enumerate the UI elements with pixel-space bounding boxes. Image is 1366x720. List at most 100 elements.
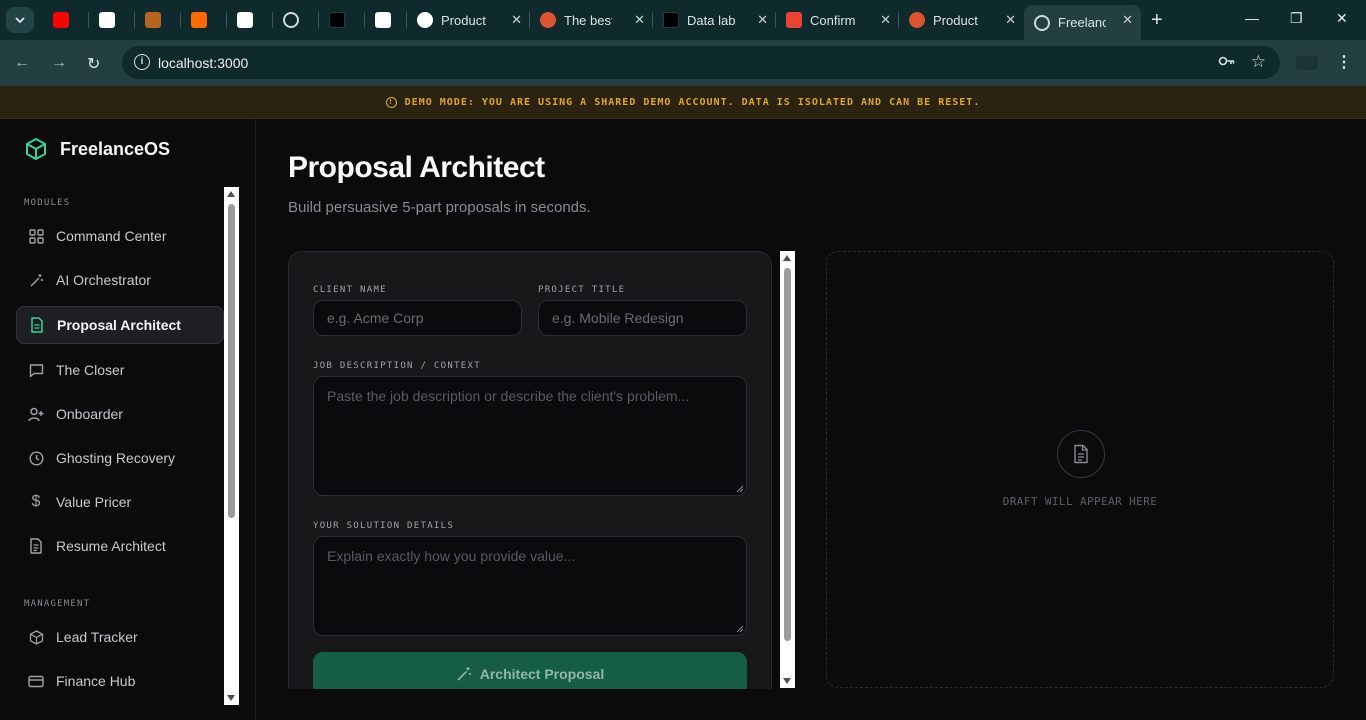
box-icon — [28, 629, 44, 645]
proposal-form: CLIENT NAME e.g. Acme Corp PROJECT TITLE… — [288, 251, 772, 689]
resize-grip-icon[interactable] — [736, 625, 744, 633]
youtube-icon — [53, 12, 69, 28]
banner-text: DEMO MODE: YOU ARE USING A SHARED DEMO A… — [404, 96, 981, 108]
forward-button[interactable]: → — [51, 54, 67, 72]
sidebar-item-resume-architect[interactable]: Resume Architect — [16, 527, 224, 565]
w-icon — [237, 12, 253, 28]
brand[interactable]: FreelanceOS — [24, 137, 170, 161]
scroll-down-arrow-icon[interactable] — [783, 678, 791, 684]
sidebar-item-ai-orchestrator[interactable]: AI Orchestrator — [16, 261, 224, 299]
draft-placeholder-text: DRAFT WILL APPEAR HERE — [1002, 495, 1158, 508]
job-description-textarea[interactable]: Paste the job description or describe th… — [313, 376, 747, 496]
chart-icon — [191, 12, 207, 28]
dollar-icon: $ — [31, 493, 41, 510]
scrollbar-thumb[interactable] — [784, 268, 791, 641]
browser-tab[interactable]: Freelance ✕ — [1024, 5, 1141, 40]
file-text-icon — [28, 538, 44, 554]
browser-tab[interactable]: Product H ✕ — [899, 5, 1024, 35]
browser-tab-title: Confirm y — [810, 12, 858, 28]
browser-tab[interactable] — [365, 5, 407, 35]
client-name-input[interactable]: e.g. Acme Corp — [313, 300, 522, 336]
close-tab-icon[interactable]: ✕ — [511, 12, 522, 28]
compass-icon — [99, 12, 115, 28]
main-content: Proposal Architect Build persuasive 5-pa… — [256, 119, 1366, 720]
sidebar-item-value-pricer[interactable]: $ Value Pricer — [16, 483, 224, 521]
sidebar-item-command-center[interactable]: Command Center — [16, 217, 224, 255]
scroll-up-arrow-icon[interactable] — [783, 255, 791, 261]
browser-toolbar: ← → ↻ i localhost:3000 ☆ ⋮ — [0, 40, 1366, 86]
sidebar-item-label: Resume Architect — [56, 538, 166, 554]
sidebar-item-lead-tracker[interactable]: Lead Tracker — [16, 618, 224, 656]
solution-details-textarea[interactable]: Explain exactly how you provide value... — [313, 536, 747, 636]
reload-button[interactable]: ↻ — [87, 54, 100, 74]
producthunt-icon — [909, 12, 925, 28]
browser-tab[interactable]: Data label ✕ — [653, 5, 776, 35]
close-tab-icon[interactable]: ✕ — [880, 12, 891, 28]
sidebar-item-onboarder[interactable]: Onboarder — [16, 395, 224, 433]
maximize-button[interactable]: ❐ — [1290, 10, 1303, 27]
sidebar-item-label: Proposal Architect — [57, 317, 181, 333]
sidebar-item-the-closer[interactable]: The Closer — [16, 351, 224, 389]
globe-icon — [283, 12, 299, 28]
close-tab-icon[interactable]: ✕ — [634, 12, 645, 28]
browser-tab[interactable] — [227, 5, 273, 35]
avatar-icon — [145, 12, 161, 28]
new-tab-button[interactable]: + — [1151, 9, 1163, 32]
sidebar-item-label: Onboarder — [56, 406, 123, 422]
close-tab-icon[interactable]: ✕ — [757, 12, 768, 28]
site-info-icon[interactable]: i — [134, 54, 150, 70]
wand-icon — [28, 272, 44, 288]
browser-tab[interactable] — [135, 5, 181, 35]
password-key-icon[interactable] — [1218, 54, 1236, 72]
management-section-label: MANAGEMENT — [24, 599, 91, 609]
close-tab-icon[interactable]: ✕ — [1122, 12, 1133, 28]
profile-avatar[interactable] — [1296, 56, 1318, 70]
browser-tab[interactable] — [273, 5, 319, 35]
demo-mode-banner: ! DEMO MODE: YOU ARE USING A SHARED DEMO… — [0, 86, 1366, 119]
form-scrollbar[interactable] — [780, 251, 795, 688]
gmail-icon — [786, 12, 802, 28]
bookmark-star-icon[interactable]: ☆ — [1251, 52, 1266, 72]
brand-name: FreelanceOS — [60, 138, 171, 159]
producthunt-icon — [540, 12, 556, 28]
close-window-button[interactable]: ✕ — [1336, 10, 1348, 27]
browser-tab[interactable]: Confirm y ✕ — [776, 5, 899, 35]
url-text: localhost:3000 — [158, 55, 249, 71]
browser-tab[interactable] — [43, 5, 89, 35]
resize-grip-icon[interactable] — [736, 485, 744, 493]
sidebar-scrollbar[interactable] — [224, 187, 239, 705]
user-plus-icon — [28, 406, 44, 422]
browser-tab-title: Product H — [933, 12, 981, 28]
address-bar[interactable]: i localhost:3000 ☆ — [122, 46, 1280, 79]
sidebar-item-label: Lead Tracker — [56, 629, 138, 645]
client-name-placeholder: e.g. Acme Corp — [327, 310, 424, 326]
minimize-button[interactable]: — — [1245, 10, 1259, 26]
document-icon — [29, 317, 45, 333]
sidebar-item-proposal-architect[interactable]: Proposal Architect — [16, 306, 224, 344]
scrollbar-thumb[interactable] — [228, 204, 235, 518]
warning-icon: ! — [385, 96, 397, 108]
sidebar-item-label: AI Orchestrator — [56, 272, 151, 288]
chat-icon — [28, 362, 44, 378]
close-tab-icon[interactable]: ✕ — [1005, 12, 1016, 28]
openai-icon — [417, 12, 433, 28]
project-title-label: PROJECT TITLE — [538, 285, 626, 295]
browser-tab[interactable]: Product H ✕ — [407, 5, 530, 35]
solution-details-placeholder: Explain exactly how you provide value... — [327, 548, 576, 564]
tab-search-button[interactable] — [6, 7, 34, 33]
draft-preview-panel: DRAFT WILL APPEAR HERE — [826, 251, 1334, 688]
scroll-up-arrow-icon[interactable] — [227, 191, 235, 197]
browser-tab[interactable]: The best ✕ — [530, 5, 653, 35]
modules-section-label: MODULES — [24, 198, 71, 208]
browser-tab[interactable] — [181, 5, 227, 35]
browser-tab[interactable] — [319, 5, 365, 35]
back-button[interactable]: ← — [14, 54, 30, 72]
browser-menu-icon[interactable]: ⋮ — [1336, 52, 1352, 72]
sidebar-item-ghosting-recovery[interactable]: Ghosting Recovery — [16, 439, 224, 477]
scroll-down-arrow-icon[interactable] — [227, 695, 235, 701]
project-title-input[interactable]: e.g. Mobile Redesign — [538, 300, 747, 336]
browser-tab[interactable] — [89, 5, 135, 35]
sidebar-item-finance-hub[interactable]: Finance Hub — [16, 662, 224, 700]
architect-proposal-button[interactable]: Architect Proposal — [313, 652, 747, 689]
sidebar-nav: MODULES Command Center AI Orchestrator P… — [0, 187, 240, 705]
